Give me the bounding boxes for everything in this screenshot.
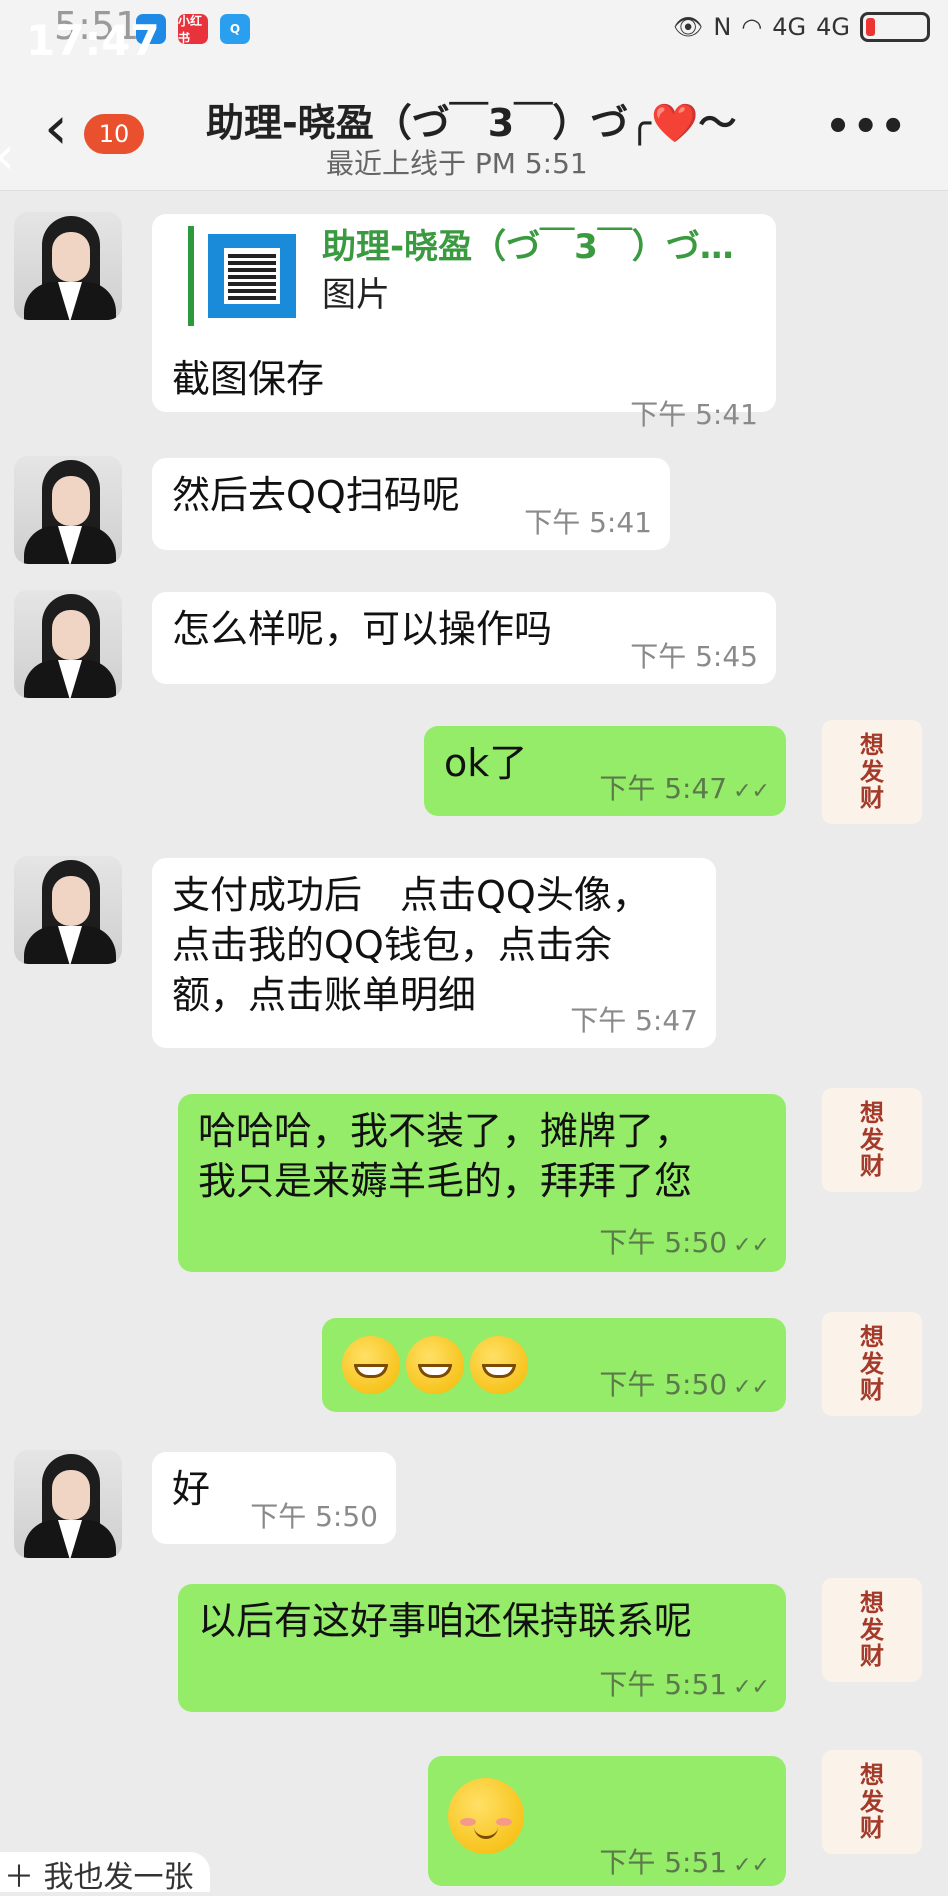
shy-smile-emoji [448,1778,524,1854]
user-avatar[interactable]: 想发财 [822,1578,922,1682]
message-time: 下午 5:41 [524,506,652,539]
message-bubble-quote[interactable]: 助理-晓盈（づ￣3￣）づ… 图片 截图保存 下午 5:41 [152,214,776,431]
message-text: ok了 [444,741,528,785]
more-options-button[interactable]: ••• [825,104,908,150]
user-avatar[interactable]: 想发财 [822,720,922,824]
wifi-icon: ◠ [741,13,763,41]
message-bubble[interactable]: 支付成功后 点击QQ头像， 点击我的QQ钱包，点击余 额，点击账单明细 下午 5… [152,858,716,1048]
message-bubble-sent[interactable]: ok了 下午 5:47 ✓✓ [424,726,786,816]
read-ticks-icon: ✓✓ [733,1233,770,1258]
chat-header: ‹ ‹ 10 助理-晓盈（づ￣3￣）づ╭❤️～ 最近上线于 PM 5:51 ••… [0,78,948,191]
battery-level [866,18,875,36]
chat-title: 助理-晓盈（づ￣3￣）づ╭❤️～ [206,101,737,145]
message-bubble-sent[interactable]: 哈哈哈，我不装了，摊牌了， 我只是来薅羊毛的，拜拜了您 下午 5:50 ✓✓ [178,1094,786,1272]
message-time: 下午 5:50 ✓✓ [599,1368,770,1401]
message-text-line: 我只是来薅羊毛的，拜拜了您 [198,1159,693,1203]
message-time: 下午 5:51 ✓✓ [599,1668,770,1701]
xiaohongshu-icon: 小红书 [178,14,208,45]
contact-avatar[interactable] [14,456,122,564]
message-text-line: 点击我的QQ钱包，点击余 [172,923,612,967]
back-button[interactable]: ‹ [44,98,68,158]
message-text: 怎么样呢，可以操作吗 [172,607,553,651]
message-time: 下午 5:50 ✓✓ [599,1226,770,1259]
message-time: 下午 5:41 [630,398,758,431]
user-avatar[interactable]: 想发财 [822,1088,922,1192]
message-time: 下午 5:47 [570,1004,698,1037]
nfc-icon: N [713,13,732,41]
contact-avatar[interactable] [14,856,122,964]
eye-icon: 👁 [672,13,704,41]
status-indicators: 👁 N ◠ 4G 4G [673,12,930,42]
user-avatar[interactable]: 想发财 [822,1312,922,1416]
message-time: 下午 5:45 [630,640,758,673]
status-time: 17:47 [26,16,160,65]
message-list[interactable]: 助理-晓盈（づ￣3￣）づ… 图片 截图保存 下午 5:41 然后去QQ扫码呢 下… [0,190,948,1886]
message-time: 下午 5:47 ✓✓ [599,772,770,805]
message-bubble[interactable]: 好 下午 5:50 [152,1452,396,1544]
qr-code-thumbnail[interactable] [208,234,296,318]
quote-type: 图片 [322,275,390,315]
message-time: 下午 5:51 ✓✓ [599,1846,770,1879]
share-screenshot-button[interactable]: ＋ 我也发一张 [0,1852,210,1895]
edge-back-gesture-icon: ‹ [0,126,15,186]
message-bubble[interactable]: 怎么样呢，可以操作吗 下午 5:45 [152,592,776,684]
user-avatar[interactable]: 想发财 [822,1750,922,1854]
message-text-line: 支付成功后 点击QQ头像， [172,873,650,917]
signal-icon-2: 4G [816,13,850,41]
signal-icon-1: 4G [772,13,807,41]
message-bubble[interactable]: 然后去QQ扫码呢 下午 5:41 [152,458,670,550]
quote-sender: 助理-晓盈（づ￣3￣）づ… [322,227,734,267]
grin-emoji [406,1336,464,1394]
quote-bar [188,226,194,326]
contact-avatar[interactable] [14,1450,122,1558]
message-bubble-sent-emoji[interactable]: 下午 5:50 ✓✓ [322,1318,786,1412]
grin-emoji [342,1336,400,1394]
message-bubble-sent[interactable]: 以后有这好事咱还保持联系呢 下午 5:51 ✓✓ [178,1584,786,1712]
read-ticks-icon: ✓✓ [733,1675,770,1700]
chat-last-seen: 最近上线于 PM 5:51 [326,147,588,180]
contact-avatar[interactable] [14,212,122,320]
read-ticks-icon: ✓✓ [733,1375,770,1400]
message-text: 然后去QQ扫码呢 [172,473,460,517]
read-ticks-icon: ✓✓ [733,779,770,804]
battery-icon [860,12,930,42]
search-app-icon: Q [220,14,250,44]
message-time: 下午 5:50 [250,1500,378,1533]
message-text: 以后有这好事咱还保持联系呢 [198,1599,693,1643]
message-text: 截图保存 [172,357,325,401]
read-ticks-icon: ✓✓ [733,1853,770,1878]
unread-count-badge[interactable]: 10 [84,114,144,154]
message-text: 好 [172,1467,211,1511]
status-bar: 5:51 17:47 ➤ 小红书 Q 👁 N ◠ 4G 4G [0,0,948,78]
grin-emoji [470,1336,528,1394]
message-text-line: 哈哈哈，我不装了，摊牌了， [198,1109,693,1153]
message-bubble-sent-emoji[interactable]: 下午 5:51 ✓✓ [428,1756,786,1886]
contact-avatar[interactable] [14,590,122,698]
